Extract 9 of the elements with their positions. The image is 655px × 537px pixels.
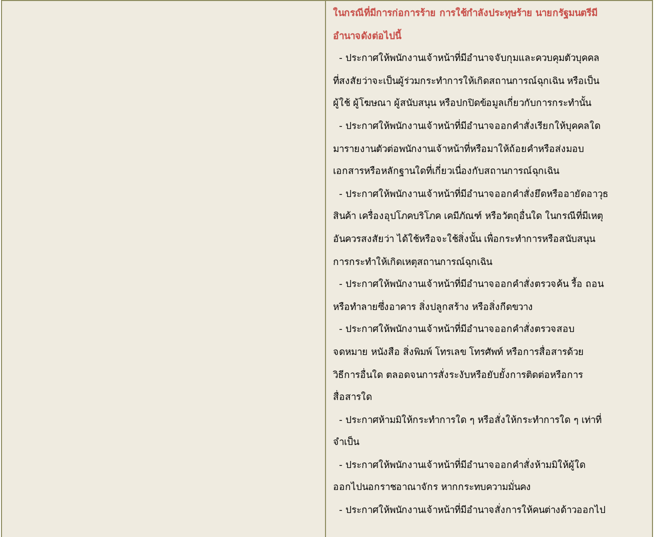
paragraph: - ประกาศให้พนักงานเจ้าหน้าที่มีอำนาจออกคำสั่งห้ามมิให้ผู้ใด ออกไปนอกราชอาณาจักร หากกระทบความมั่นคง <box>333 457 586 496</box>
paragraph: - ประกาศให้พนักงานเจ้าหน้าที่มีอำนาจสั่งการให้คนต่างด้าวออกไป <box>338 502 606 518</box>
section-heading: ในกรณีที่มีการก่อการร้าย การใช้กำลังประทุษร้าย นายกรัฐมนตรีมี อำนาจดังต่อไปนี้ <box>333 5 598 44</box>
paragraph: - ประกาศให้พนักงานเจ้าหน้าที่มีอำนาจออกคำสั่งยึดหรืออายัดอาวุธ สินค้า เครื่องอุปโภคบริโภค เคมีภัณฑ์ หรือวัตถุอื่นใด ในกรณีที่มีเหตุ อันควรสงสัยว่า ได้ใช้หรือจะใช้สิ่งนั้น เพื่อกระทำการหรือสนับสนุน การกระทำให้เกิดเหตุสถานการณ์ฉุกเฉิน <box>333 186 608 270</box>
paragraph: - ประกาศให้พนักงานเจ้าหน้าที่มีอำนาจออกคำสั่งเรียกให้บุคคลใด มารายงานตัวต่อพนักงานเจ้าหน้าที่หรือมาให้ถ้อยคำหรือส่งมอบ เอกสารหรือหลักฐานใดที่เกี่ยวเนื่องกับสถานการณ์ฉุกเฉิน <box>333 118 600 180</box>
paragraph: - ประกาศห้ามมิให้กระทำการใด ๆ หรือสั่งให้กระทำการใด ๆ เท่าที่ จำเป็น <box>333 412 602 450</box>
paragraph: - ประกาศให้พนักงานเจ้าหน้าที่มีอำนาจออกคำสั่งตรวจสอบ จดหมาย หนังสือ สิ่งพิมพ์ โทรเลข โทรศัพท์ หรือการสื่อสารด้วย วิธีการอื่นใด ตลอดจนการสั่งระงับหรือยับยั้งการติดต่อหรือการ สื่อสารใด <box>333 321 584 406</box>
paragraph: - ประกาศให้พนักงานเจ้าหน้าที่มีอำนาจออกคำสั่งตรวจค้น รื้อ ถอน หรือทำลายซึ่งอาคาร สิ่งปลูกสร้าง หรือสิ่งกีดขวาง <box>333 276 604 315</box>
paragraph: - ประกาศให้พนักงานเจ้าหน้าที่มีอำนาจจับกุมและควบคุมตัวบุคคล ที่สงสัยว่าจะเป็นผู้ร่วมกระทำการให้เกิดสถานการณ์ฉุกเฉิน หรือเป็น ผู้ใช้ ผู้โฆษณา ผู้สนับสนุน หรือปกปิดข้อมูลเกี่ยวกับการกระทำนั้น <box>333 50 600 112</box>
